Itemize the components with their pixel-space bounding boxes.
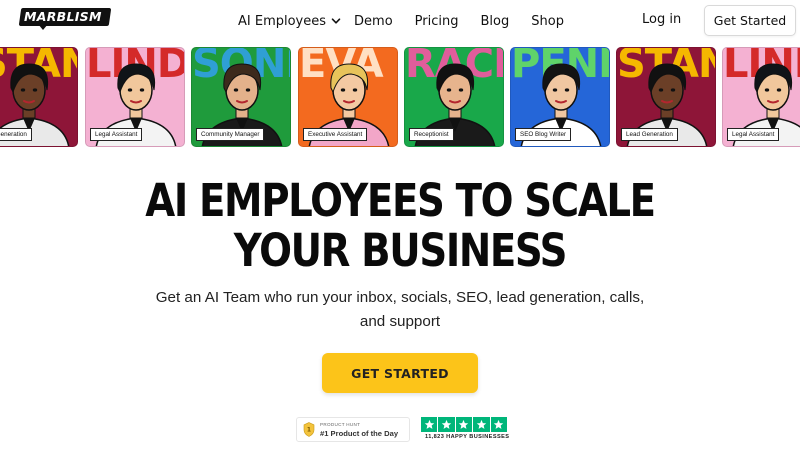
ai-employee-card-strip: STANLead GenerationLINDALegal AssistantS… — [0, 47, 800, 147]
employee-card[interactable]: SONNYCommunity Manager — [191, 47, 291, 147]
star-icon — [455, 417, 473, 432]
star-icon — [473, 417, 490, 432]
chevron-down-icon — [331, 18, 341, 24]
employee-card-role: Lead Generation — [0, 128, 32, 141]
nav-link-ai-employees[interactable]: AI Employees — [238, 14, 341, 29]
hero-headline-line-2: YOUR BUSINESS — [233, 224, 568, 277]
product-hunt-caption: PRODUCT HUNT — [320, 422, 361, 427]
trustpilot-badge[interactable]: 11,823 HAPPY BUSINESSES — [419, 417, 509, 444]
employee-card-role: Receptionist — [409, 128, 454, 141]
employee-card-role: Community Manager — [196, 128, 265, 141]
star-icon — [421, 417, 438, 432]
nav-link-label: Pricing — [414, 13, 459, 29]
star-icon — [438, 417, 455, 432]
nav-link-pricing[interactable]: Pricing — [415, 14, 459, 29]
employee-card[interactable]: RACHELReceptionist — [404, 47, 504, 147]
trustpilot-caption: 11,823 HAPPY BUSINESSES — [425, 434, 510, 440]
employee-card[interactable]: EVAExecutive Assistant — [298, 47, 398, 147]
trustpilot-stars — [421, 417, 507, 432]
employee-card-role: Legal Assistant — [727, 128, 780, 141]
hero-headline-line-1: AI EMPLOYEES TO SCALE — [145, 174, 656, 227]
employee-card-role: SEO Blog Writer — [515, 128, 572, 141]
employee-card[interactable]: STANLead Generation — [616, 47, 716, 147]
employee-card-role: Lead Generation — [621, 128, 678, 141]
get-started-button-nav[interactable]: Get Started — [704, 5, 796, 36]
product-hunt-badge[interactable]: 1 PRODUCT HUNT #1 Product of the Day — [296, 417, 410, 442]
employee-card[interactable]: LINDALegal Assistant — [85, 47, 185, 147]
product-hunt-title: #1 Product of the Day — [320, 429, 399, 438]
nav-links: AI Employees Demo Pricing Blog Shop — [238, 12, 586, 30]
top-nav: MARBLISM AI Employees Demo Pricing Blog … — [0, 0, 800, 42]
login-link[interactable]: Log in — [642, 12, 681, 27]
logo-text: MARBLISM — [24, 9, 102, 24]
nav-link-label: Demo — [354, 13, 393, 29]
nav-link-label: AI Employees — [238, 13, 327, 29]
star-icon — [490, 417, 507, 432]
employee-card[interactable]: LINDALegal Assistant — [722, 47, 800, 147]
logo-speech-tail — [38, 24, 48, 30]
nav-link-blog[interactable]: Blog — [481, 14, 510, 29]
employee-card-role: Legal Assistant — [90, 128, 143, 141]
medal-icon: 1 — [303, 422, 315, 437]
nav-link-label: Shop — [531, 13, 564, 29]
nav-link-label: Blog — [480, 13, 510, 29]
hero-subtitle: Get an AI Team who run your inbox, socia… — [155, 289, 645, 330]
employee-card-role: Executive Assistant — [303, 128, 368, 141]
employee-card[interactable]: PENNYSEO Blog Writer — [510, 47, 610, 147]
employee-card[interactable]: STANLead Generation — [0, 47, 78, 147]
svg-text:1: 1 — [307, 427, 311, 434]
nav-link-shop[interactable]: Shop — [531, 14, 564, 29]
hero-headline: AI EMPLOYEES TO SCALE YOUR BUSINESS — [56, 176, 744, 276]
get-started-button[interactable]: GET STARTED — [322, 353, 478, 393]
marblism-logo[interactable]: MARBLISM — [18, 8, 112, 30]
nav-link-demo[interactable]: Demo — [354, 14, 393, 29]
